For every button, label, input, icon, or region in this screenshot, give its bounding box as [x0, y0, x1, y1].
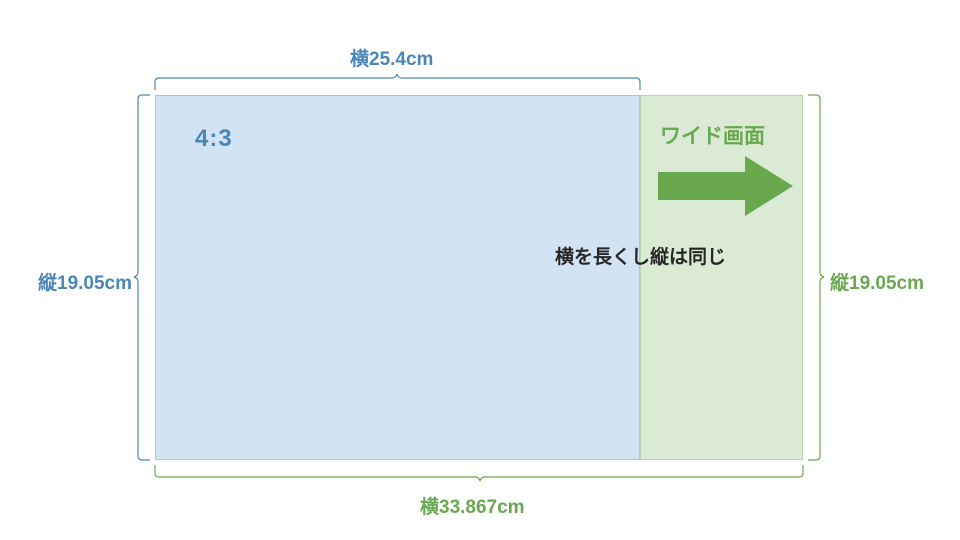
label-width-bottom: 横33.867cm: [420, 492, 525, 519]
brace-top: [155, 74, 640, 90]
brace-bottom: [155, 465, 803, 481]
label-wide-screen: ワイド画面: [660, 120, 765, 150]
brace-right: [808, 95, 824, 460]
label-height-left: 縦19.05cm: [38, 268, 132, 295]
diagram-stage: 4:3 ワイド画面 横を長くし縦は同じ 横25.4cm 縦19.05cm 縦19…: [0, 0, 960, 540]
label-description: 横を長くし縦は同じ: [555, 242, 726, 269]
label-height-right: 縦19.05cm: [830, 268, 924, 295]
brace-left: [134, 95, 150, 460]
label-width-top: 横25.4cm: [350, 44, 433, 71]
label-ratio-4-3: 4:3: [195, 125, 233, 153]
